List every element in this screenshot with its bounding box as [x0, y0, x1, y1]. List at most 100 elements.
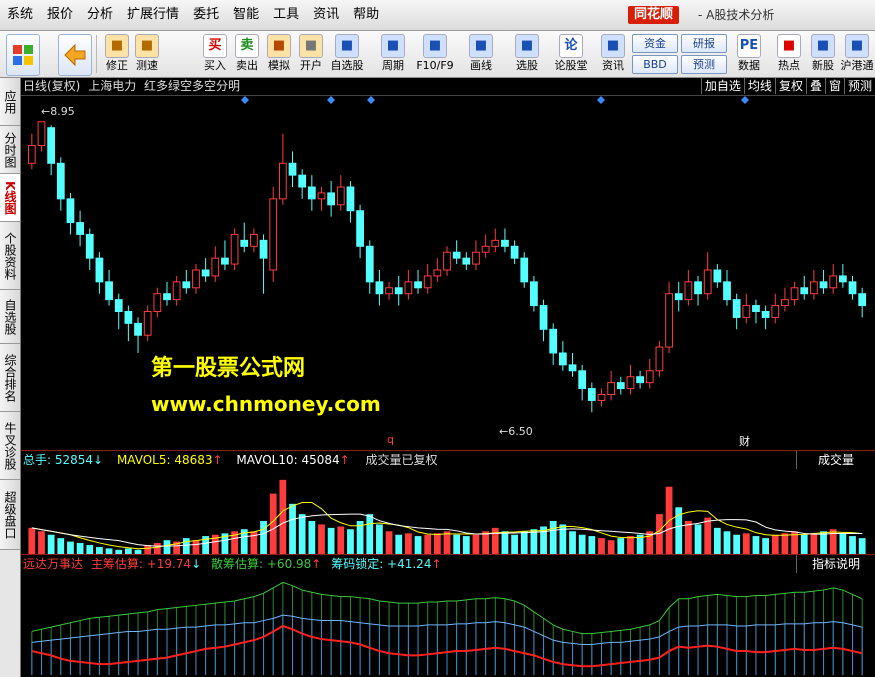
star-folder-icon: ■ — [335, 34, 359, 58]
chart-header-button[interactable]: 窗 — [824, 78, 844, 94]
candle-body — [723, 281, 731, 301]
candle-body — [752, 305, 760, 312]
candle-body — [501, 239, 509, 247]
candle-body — [578, 370, 587, 390]
candle-body — [250, 233, 258, 247]
candle-body — [230, 233, 239, 265]
menu-item[interactable]: 资讯 — [306, 0, 346, 30]
indicator-help-tab[interactable]: 指标说明 — [796, 555, 875, 573]
back-arrow-icon[interactable] — [58, 34, 92, 76]
candle-body — [520, 257, 529, 283]
toolbar-button[interactable]: ■ 新股 — [808, 33, 838, 75]
menu-item[interactable]: 报价 — [40, 0, 80, 30]
indicator-name: 远达万事达 — [23, 557, 84, 571]
side-tab[interactable]: 应用 — [0, 78, 20, 126]
pe-icon: PE — [737, 34, 761, 58]
indicator-chart[interactable] — [21, 573, 875, 677]
volume-tab[interactable]: 成交量 — [796, 451, 875, 469]
chart-header-button[interactable]: 均线 — [743, 78, 775, 94]
price-chart[interactable] — [21, 96, 875, 450]
side-tab[interactable]: 自选股 — [0, 290, 20, 344]
shhk-icon: ■ — [845, 34, 869, 58]
candle-body — [27, 145, 36, 164]
menu-item[interactable]: 委托 — [186, 0, 226, 30]
toolbar-button-label: 沪港通 — [840, 59, 874, 72]
candle-body — [385, 287, 393, 295]
up-down-arrows-icon: ■ — [105, 34, 129, 58]
candle-body — [472, 251, 480, 265]
toolbar-button-label: 自选股 — [330, 59, 364, 72]
toolbar-button-label: 数据 — [738, 59, 760, 72]
f10-icon: ■ — [423, 34, 447, 58]
bbd-button[interactable]: BBD — [632, 55, 678, 74]
toolbar-button[interactable]: ■ 热点 — [774, 33, 804, 75]
side-tab[interactable]: 牛叉诊股 — [0, 412, 20, 480]
toolbar-button[interactable]: ■ 测速 — [132, 33, 162, 75]
candle-body — [703, 269, 712, 295]
menu-item[interactable]: 帮助 — [346, 0, 386, 30]
forum-icon: 论 — [559, 34, 583, 58]
menu-item[interactable]: 工具 — [266, 0, 306, 30]
candle-body — [491, 239, 500, 247]
candle-body — [838, 275, 847, 283]
toolbar-button-label: 选股 — [516, 59, 538, 72]
chart-header-button[interactable]: 加自选 — [700, 78, 744, 94]
candle-body — [182, 281, 191, 289]
fund-button[interactable]: 资金 — [632, 34, 678, 53]
side-tab[interactable]: 分时图 — [0, 126, 20, 174]
candle-body — [278, 162, 287, 200]
toolbar-button-label: 论股堂 — [554, 59, 588, 72]
toolbar-button[interactable]: ■ 沪港通 — [841, 33, 874, 75]
news-icon: ■ — [601, 34, 625, 58]
candle-body — [143, 311, 152, 336]
candle-body — [858, 293, 867, 307]
side-tab[interactable]: 个股资料 — [0, 222, 20, 290]
windows-logo-icon[interactable] — [6, 34, 40, 76]
toolbar-button[interactable]: ■ F10/F9 — [416, 33, 454, 75]
candle-body — [510, 245, 519, 259]
buy-icon: 买 — [203, 34, 227, 58]
candle-body — [240, 239, 249, 247]
pen-icon: ■ — [469, 34, 493, 58]
menu-item[interactable]: 扩展行情 — [120, 0, 186, 30]
toolbar-button[interactable]: ■ 选股 — [512, 33, 542, 75]
chart-header-button[interactable]: 叠 — [805, 78, 825, 94]
candle-body — [713, 269, 722, 283]
menu-item[interactable]: 分析 — [80, 0, 120, 30]
candle-body — [356, 210, 364, 247]
candle-body — [568, 364, 577, 372]
toolbar-button[interactable]: ■ 周期 — [378, 33, 408, 75]
toolbar-button-label: 测速 — [136, 59, 158, 72]
toolbar-button[interactable]: PE 数据 — [734, 33, 764, 75]
menu-item[interactable]: 系统 — [0, 0, 40, 30]
toolbar-button[interactable]: ■ 自选股 — [331, 33, 364, 75]
toolbar-button[interactable]: ■ 资讯 — [598, 33, 628, 75]
toolbar-button[interactable]: ■ 开户 — [296, 33, 326, 75]
toolbar-button[interactable]: ■ 画线 — [466, 33, 496, 75]
chart-header-button[interactable]: 预测 — [843, 78, 875, 94]
side-tab[interactable]: K线图 — [0, 174, 20, 222]
candle-body — [221, 257, 229, 265]
candle-body — [607, 382, 616, 395]
clock-icon: ■ — [381, 34, 405, 58]
candle-body — [655, 346, 664, 372]
research-button[interactable]: 研报 — [681, 34, 727, 53]
candle-body — [462, 257, 471, 265]
side-tab[interactable]: 综合排名 — [0, 344, 20, 412]
forecast-button[interactable]: 预测 — [681, 55, 727, 74]
candle-body — [192, 269, 200, 289]
menu-item[interactable]: 智能 — [226, 0, 266, 30]
candle-body — [829, 275, 838, 289]
candle-body — [47, 127, 56, 164]
candle-body — [114, 299, 123, 312]
total-volume: 总手: 52854 — [23, 453, 94, 467]
side-tab[interactable]: 超级盘口 — [0, 480, 20, 550]
chart-header-button[interactable]: 复权 — [774, 78, 806, 94]
candle-body — [134, 322, 142, 336]
hot-icon: ■ — [777, 34, 801, 58]
toolbar-button[interactable]: 论论股堂 — [555, 33, 588, 75]
candle-body — [298, 174, 307, 188]
candle-body — [587, 388, 596, 401]
sell-icon: 卖 — [235, 34, 259, 58]
candle-body — [616, 382, 625, 390]
